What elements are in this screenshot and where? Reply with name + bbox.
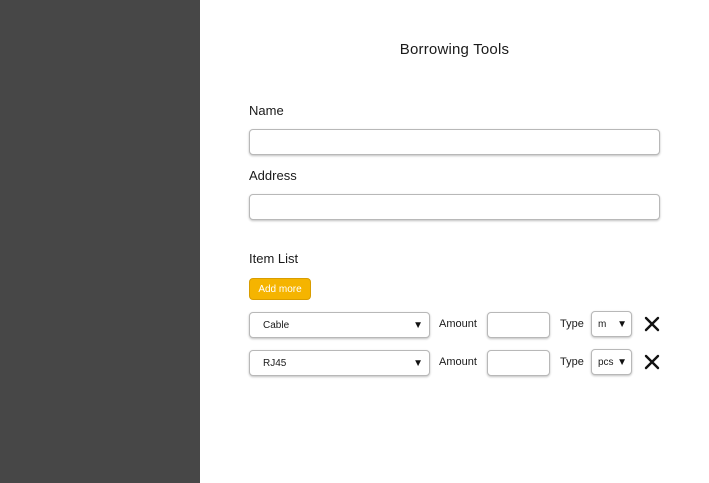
add-more-button[interactable]: Add more xyxy=(249,278,311,300)
sidebar xyxy=(0,0,200,483)
name-label: Name xyxy=(249,103,284,118)
amount-label: Amount xyxy=(439,356,477,368)
item-select[interactable]: RJ45 ▼ xyxy=(249,350,430,376)
main-panel: Borrowing Tools Name Address Item List A… xyxy=(200,0,709,483)
item-select-value: Cable xyxy=(263,319,290,331)
amount-label: Amount xyxy=(439,318,477,330)
type-select-value: m xyxy=(598,318,607,330)
type-select[interactable]: pcs ▼ xyxy=(591,349,632,375)
address-input[interactable] xyxy=(249,194,660,220)
amount-input[interactable] xyxy=(487,312,550,338)
amount-input[interactable] xyxy=(487,350,550,376)
page-title: Borrowing Tools xyxy=(399,41,510,58)
close-icon[interactable] xyxy=(643,353,661,371)
caret-down-icon: ▼ xyxy=(413,357,423,369)
type-select-value: pcs xyxy=(598,356,614,368)
item-select-value: RJ45 xyxy=(263,357,287,369)
address-label: Address xyxy=(249,168,297,183)
type-label: Type xyxy=(560,318,584,330)
close-icon[interactable] xyxy=(643,315,661,333)
item-row: RJ45 ▼ Amount Type pcs ▼ xyxy=(249,349,669,376)
type-label: Type xyxy=(560,356,584,368)
caret-down-icon: ▼ xyxy=(617,318,627,330)
caret-down-icon: ▼ xyxy=(413,319,423,331)
item-list-label: Item List xyxy=(249,251,299,266)
caret-down-icon: ▼ xyxy=(617,356,627,368)
name-input[interactable] xyxy=(249,129,660,155)
type-select[interactable]: m ▼ xyxy=(591,311,632,337)
item-select[interactable]: Cable ▼ xyxy=(249,312,430,338)
item-row: Cable ▼ Amount Type m ▼ xyxy=(249,311,669,338)
